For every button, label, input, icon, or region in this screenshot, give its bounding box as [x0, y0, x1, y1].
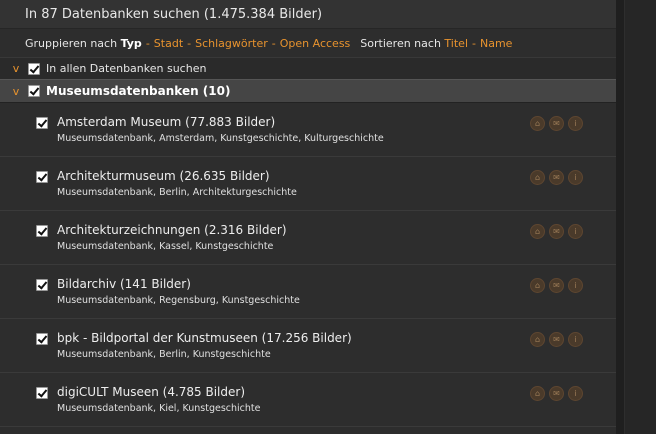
info-icon[interactable]: i — [568, 278, 583, 293]
database-meta: Museumsdatenbank, Kiel, Kunstgeschichte — [57, 403, 261, 414]
database-checkbox[interactable] — [36, 332, 48, 345]
database-name: bpk - Bildportal der Kunstmuseen (17.256… — [57, 331, 352, 345]
mail-icon[interactable]: ✉ — [549, 332, 564, 347]
database-meta: Museumsdatenbank, Berlin, Architekturges… — [57, 187, 297, 198]
sort-by-label: Sortieren nach — [360, 36, 441, 50]
filter-bar: Gruppieren nach Typ - Stadt - Schlagwörter - O… — [25, 36, 513, 50]
list-item: Amsterdam Museum (77.883 Bilder) Museums… — [0, 103, 616, 157]
info-icon[interactable]: i — [568, 170, 583, 185]
database-checkbox[interactable] — [36, 116, 48, 129]
group-label: Museumsdatenbanken (10) — [46, 84, 231, 98]
home-icon[interactable]: ⌂ — [530, 170, 545, 185]
item-actions: ⌂ ✉ i — [530, 278, 583, 293]
info-icon[interactable]: i — [568, 332, 583, 347]
chevron-down-icon[interactable]: v — [0, 62, 28, 75]
mail-icon[interactable]: ✉ — [549, 278, 564, 293]
mail-icon[interactable]: ✉ — [549, 386, 564, 401]
info-icon[interactable]: i — [568, 386, 583, 401]
search-all-label: In allen Datenbanken suchen — [46, 62, 207, 75]
database-name: Architekturmuseum (26.635 Bilder) — [57, 169, 270, 183]
list-item: Architekturzeichnungen (2.316 Bilder) Mu… — [0, 211, 616, 265]
item-actions: ⌂ ✉ i — [530, 386, 583, 401]
group-by-city-link[interactable]: Stadt — [154, 37, 183, 50]
list-item: digiCULT Museen (4.785 Bilder) Museumsda… — [0, 373, 616, 427]
search-all-row: v In allen Datenbanken suchen — [0, 57, 616, 79]
group-checkbox[interactable] — [28, 85, 40, 97]
item-actions: ⌂ ✉ i — [530, 332, 583, 347]
search-all-checkbox[interactable] — [28, 62, 40, 75]
database-checkbox[interactable] — [36, 278, 48, 291]
info-icon[interactable]: i — [568, 224, 583, 239]
home-icon[interactable]: ⌂ — [530, 386, 545, 401]
mail-icon[interactable]: ✉ — [549, 224, 564, 239]
page-title: In 87 Datenbanken suchen (1.475.384 Bild… — [0, 0, 616, 29]
database-meta: Museumsdatenbank, Berlin, Kunstgeschicht… — [57, 349, 271, 360]
group-by-label: Gruppieren nach — [25, 36, 118, 50]
database-list: Amsterdam Museum (77.883 Bilder) Museums… — [0, 103, 616, 427]
database-name: Amsterdam Museum (77.883 Bilder) — [57, 115, 276, 129]
mail-icon[interactable]: ✉ — [549, 170, 564, 185]
sort-by-name-link[interactable]: Name — [480, 37, 512, 50]
group-header-museum[interactable]: v Museumsdatenbanken (10) — [0, 79, 616, 103]
group-by-active: Typ — [120, 36, 142, 50]
database-panel: In 87 Datenbanken suchen (1.475.384 Bild… — [0, 0, 616, 434]
database-checkbox[interactable] — [36, 224, 48, 237]
home-icon[interactable]: ⌂ — [530, 278, 545, 293]
item-actions: ⌂ ✉ i — [530, 116, 583, 131]
group-by-keywords-link[interactable]: Schlagwörter — [195, 37, 268, 50]
database-name: Bildarchiv (141 Bilder) — [57, 277, 191, 291]
info-icon[interactable]: i — [568, 116, 583, 131]
home-icon[interactable]: ⌂ — [530, 224, 545, 239]
group-by-open-access-link[interactable]: Open Access — [280, 37, 351, 50]
home-icon[interactable]: ⌂ — [530, 116, 545, 131]
database-meta: Museumsdatenbank, Regensburg, Kunstgesch… — [57, 295, 300, 306]
database-checkbox[interactable] — [36, 170, 48, 183]
list-item: Architekturmuseum (26.635 Bilder) Museum… — [0, 157, 616, 211]
database-meta: Museumsdatenbank, Amsterdam, Kunstgeschi… — [57, 133, 384, 144]
database-name: Architekturzeichnungen (2.316 Bilder) — [57, 223, 287, 237]
home-icon[interactable]: ⌂ — [530, 332, 545, 347]
item-actions: ⌂ ✉ i — [530, 224, 583, 239]
database-checkbox[interactable] — [36, 386, 48, 399]
list-item: Bildarchiv (141 Bilder) Museumsdatenbank… — [0, 265, 616, 319]
scroll-gutter — [624, 0, 656, 434]
database-meta: Museumsdatenbank, Kassel, Kunstgeschicht… — [57, 241, 274, 252]
list-item: bpk - Bildportal der Kunstmuseen (17.256… — [0, 319, 616, 373]
sort-by-title-link[interactable]: Titel — [444, 37, 468, 50]
database-name: digiCULT Museen (4.785 Bilder) — [57, 385, 246, 399]
chevron-down-icon[interactable]: v — [0, 85, 28, 98]
mail-icon[interactable]: ✉ — [549, 116, 564, 131]
item-actions: ⌂ ✉ i — [530, 170, 583, 185]
